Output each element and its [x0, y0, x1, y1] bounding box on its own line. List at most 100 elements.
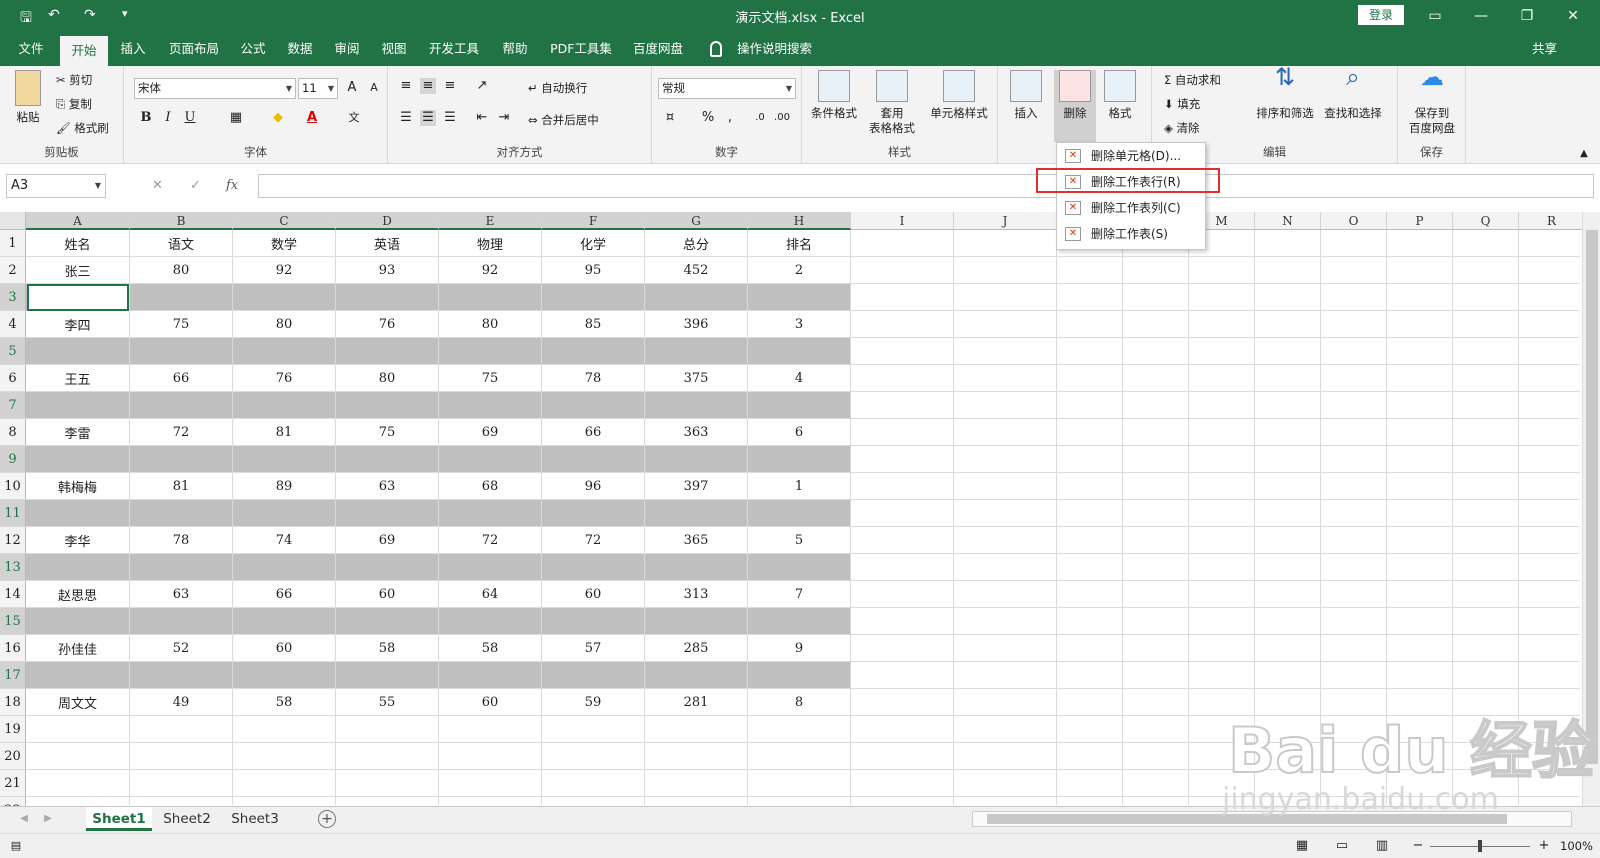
cell[interactable]	[1387, 446, 1453, 472]
cell[interactable]: 63	[336, 473, 439, 499]
cell[interactable]	[1453, 635, 1519, 661]
cell[interactable]	[336, 770, 439, 796]
cell[interactable]	[748, 338, 851, 364]
cell[interactable]	[1387, 365, 1453, 391]
column-header-o[interactable]: O	[1321, 212, 1387, 230]
cell[interactable]	[233, 392, 336, 418]
normal-view-icon[interactable]: ▦	[1294, 838, 1310, 854]
cell[interactable]	[645, 608, 748, 634]
cell[interactable]	[1519, 500, 1580, 526]
format-painter-button[interactable]: 🖌 格式刷	[56, 120, 109, 136]
cell[interactable]	[1519, 284, 1580, 310]
cell[interactable]	[1321, 554, 1387, 580]
cell[interactable]	[1387, 230, 1453, 256]
cell[interactable]	[1057, 527, 1123, 553]
cell[interactable]	[1387, 581, 1453, 607]
cell[interactable]: 化学	[542, 230, 645, 256]
cut-button[interactable]: ✂ 剪切	[56, 72, 92, 88]
collapse-ribbon-icon[interactable]: ▲	[1576, 146, 1592, 162]
cell[interactable]: 85	[542, 311, 645, 337]
cell[interactable]: 285	[645, 635, 748, 661]
clear-button[interactable]: ◈ 清除	[1164, 120, 1200, 136]
cell[interactable]	[233, 797, 336, 805]
cell[interactable]: 60	[439, 689, 542, 715]
font-size-select[interactable]: 11 ▼	[298, 78, 338, 99]
cell[interactable]: 5	[748, 527, 851, 553]
cell[interactable]	[1519, 608, 1580, 634]
cell[interactable]	[851, 284, 954, 310]
cell[interactable]	[1255, 581, 1321, 607]
cell[interactable]: 365	[645, 527, 748, 553]
row-header[interactable]: 17	[0, 662, 26, 689]
tab-file[interactable]: 文件	[14, 32, 48, 66]
cell[interactable]	[439, 500, 542, 526]
cell[interactable]	[954, 554, 1057, 580]
column-header-a[interactable]: A	[26, 212, 130, 230]
cell[interactable]: 75	[439, 365, 542, 391]
autosum-button[interactable]: Σ 自动求和	[1164, 72, 1221, 88]
cell[interactable]	[1123, 284, 1189, 310]
cell[interactable]	[1189, 527, 1255, 553]
cell[interactable]	[1123, 446, 1189, 472]
fill-button[interactable]: ⬇ 填充	[1164, 96, 1200, 112]
cell[interactable]: 李雷	[26, 419, 130, 445]
cell[interactable]: 李华	[26, 527, 130, 553]
cell[interactable]: 9	[748, 635, 851, 661]
row-header[interactable]: 9	[0, 446, 26, 473]
cell[interactable]	[26, 797, 130, 805]
cell[interactable]	[1057, 257, 1123, 283]
cell[interactable]	[1189, 311, 1255, 337]
cell[interactable]	[1123, 527, 1189, 553]
zoom-in-icon[interactable]: +	[1536, 838, 1552, 854]
cell[interactable]	[1255, 554, 1321, 580]
row-header[interactable]: 1	[0, 230, 26, 257]
wrap-text-button[interactable]: ↵ 自动换行	[528, 80, 587, 96]
cell[interactable]: 赵思思	[26, 581, 130, 607]
cell[interactable]	[542, 446, 645, 472]
cell[interactable]	[1255, 527, 1321, 553]
cell[interactable]	[542, 284, 645, 310]
cell[interactable]: 64	[439, 581, 542, 607]
cell[interactable]: 60	[336, 581, 439, 607]
cell[interactable]	[1255, 419, 1321, 445]
cell[interactable]	[1255, 284, 1321, 310]
cell[interactable]: 69	[439, 419, 542, 445]
cell[interactable]: 59	[542, 689, 645, 715]
cell[interactable]	[233, 770, 336, 796]
cell[interactable]	[1255, 230, 1321, 256]
cell[interactable]	[1387, 500, 1453, 526]
cell[interactable]	[851, 554, 954, 580]
cell[interactable]	[1057, 581, 1123, 607]
cell[interactable]	[1255, 446, 1321, 472]
cell[interactable]	[130, 797, 233, 805]
name-box[interactable]: A3 ▼	[6, 174, 106, 198]
cell[interactable]	[1519, 554, 1580, 580]
cell[interactable]	[1123, 392, 1189, 418]
cell[interactable]	[1189, 338, 1255, 364]
cell[interactable]	[1057, 392, 1123, 418]
cell[interactable]	[130, 716, 233, 742]
cell[interactable]: 60	[233, 635, 336, 661]
cell[interactable]	[851, 770, 954, 796]
cell[interactable]	[130, 608, 233, 634]
cell[interactable]	[1255, 365, 1321, 391]
cell[interactable]	[1123, 500, 1189, 526]
cell[interactable]	[26, 554, 130, 580]
cell[interactable]	[954, 446, 1057, 472]
cell[interactable]	[1189, 365, 1255, 391]
cell[interactable]	[1519, 527, 1580, 553]
cell[interactable]: 韩梅梅	[26, 473, 130, 499]
column-header-f[interactable]: F	[542, 212, 645, 230]
tab-insert[interactable]: 插入	[116, 32, 150, 66]
cell[interactable]	[1519, 230, 1580, 256]
border-icon[interactable]: ▦	[228, 110, 244, 126]
cell[interactable]	[748, 770, 851, 796]
cell[interactable]: 96	[542, 473, 645, 499]
cell[interactable]	[439, 716, 542, 742]
cell[interactable]	[542, 770, 645, 796]
fill-color-icon[interactable]: ◆	[270, 110, 286, 126]
cell[interactable]: 58	[336, 635, 439, 661]
cell[interactable]	[1255, 257, 1321, 283]
cell[interactable]: 孙佳佳	[26, 635, 130, 661]
cell[interactable]	[1189, 500, 1255, 526]
